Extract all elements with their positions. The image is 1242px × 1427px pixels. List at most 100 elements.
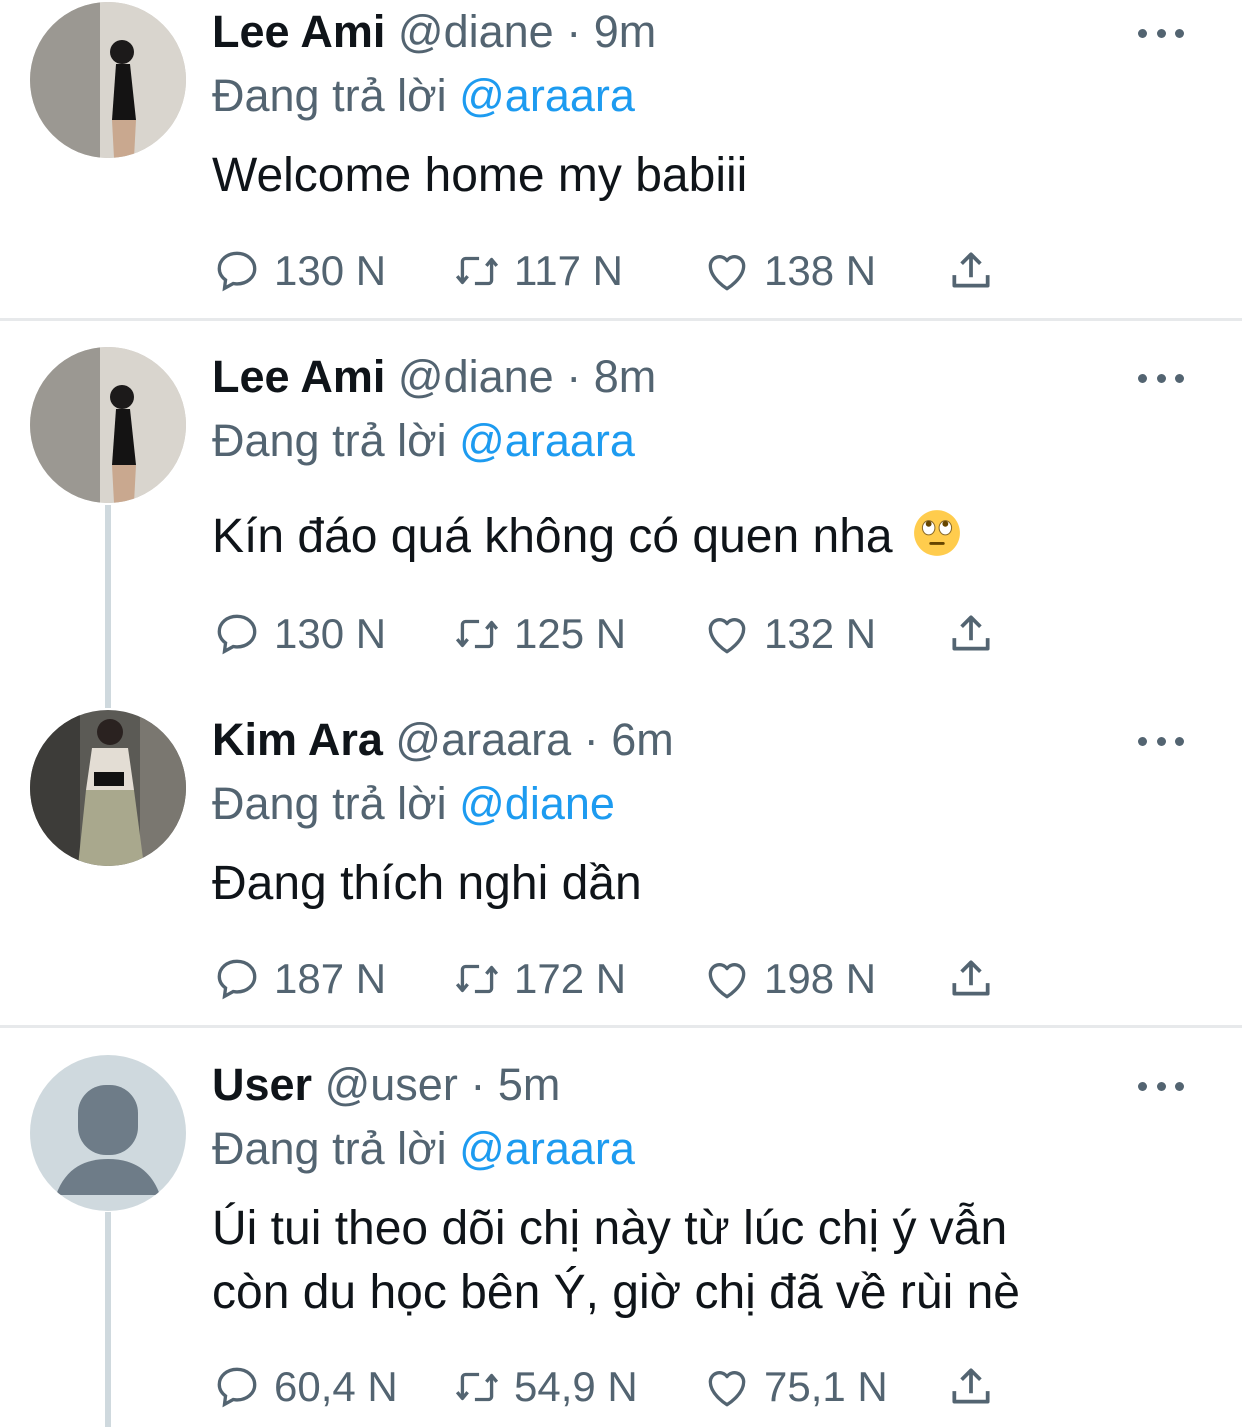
tweet-item[interactable]: Kim Ara @araara · 6m Đang trả lời @diane… bbox=[0, 708, 1242, 1025]
like-count: 138 N bbox=[764, 247, 877, 294]
reply-prefix: Đang trả lời bbox=[212, 415, 447, 466]
tweet-text: Đang thích nghi dần bbox=[212, 857, 642, 910]
like-count: 198 N bbox=[764, 955, 877, 1002]
retweet-button[interactable]: 54,9 N bbox=[452, 1357, 638, 1417]
reply-mention-link[interactable]: @araara bbox=[459, 70, 635, 121]
reply-count: 187 N bbox=[274, 955, 387, 1002]
tweet-actions: 130 N 117 N 138 N bbox=[212, 241, 1112, 301]
tweet-actions: 130 N 125 N 132 N bbox=[212, 604, 1112, 664]
retweet-count: 117 N bbox=[514, 247, 623, 294]
retweet-icon bbox=[455, 1372, 499, 1402]
avatar[interactable] bbox=[30, 1055, 186, 1211]
reply-prefix: Đang trả lời bbox=[212, 778, 447, 829]
reply-mention-link[interactable]: @araara bbox=[459, 415, 635, 466]
retweet-button[interactable]: 117 N bbox=[452, 241, 623, 301]
user-handle[interactable]: @araara bbox=[395, 714, 571, 765]
display-name[interactable]: Lee Ami bbox=[212, 351, 385, 402]
tweet-item[interactable]: Lee Ami @diane · 8m Đang trả lời @araara… bbox=[0, 345, 1242, 685]
tweet-text-line: còn du học bên Ý, giờ chị đã về rùi nè bbox=[212, 1266, 1020, 1319]
heart-icon bbox=[708, 255, 746, 291]
timestamp[interactable]: 6m bbox=[611, 714, 674, 765]
reply-bubble-icon bbox=[217, 251, 257, 292]
separator-dot: · bbox=[470, 1059, 486, 1110]
tweet-header: User @user · 5m bbox=[212, 1053, 560, 1117]
tweet-text: Kín đáo quá không có quen nha bbox=[212, 510, 893, 563]
more-dots-icon[interactable] bbox=[1138, 368, 1184, 388]
tweet-actions: 60,4 N 54,9 N 75,1 N bbox=[212, 1357, 1112, 1417]
timestamp[interactable]: 8m bbox=[594, 351, 657, 402]
retweet-icon bbox=[455, 964, 499, 994]
more-dots-icon[interactable] bbox=[1138, 731, 1184, 751]
tweet-text-line: Úi tui theo dõi chị này từ lúc chị ý vẫn bbox=[212, 1202, 1008, 1255]
more-dots-icon[interactable] bbox=[1138, 1076, 1184, 1096]
share-upload-icon bbox=[952, 1368, 990, 1404]
reply-context: Đang trả lời @araara bbox=[212, 64, 635, 128]
face-with-rolling-eyes-icon bbox=[914, 510, 960, 556]
share-upload-icon bbox=[952, 960, 990, 996]
display-name[interactable]: Kim Ara bbox=[212, 714, 383, 765]
tweet-divider bbox=[0, 318, 1242, 321]
display-name[interactable]: User bbox=[212, 1059, 312, 1110]
like-button[interactable]: 198 N bbox=[702, 949, 876, 1009]
share-upload-icon bbox=[952, 252, 990, 288]
avatar-photo-icon bbox=[30, 2, 186, 158]
retweet-button[interactable]: 172 N bbox=[452, 949, 626, 1009]
avatar[interactable] bbox=[30, 710, 186, 866]
tweet-divider bbox=[0, 1025, 1242, 1028]
share-upload-icon bbox=[952, 615, 990, 651]
avatar[interactable] bbox=[30, 2, 186, 158]
reply-button[interactable]: 60,4 N bbox=[212, 1357, 398, 1417]
reply-count: 130 N bbox=[274, 610, 387, 657]
tweet-item[interactable]: Lee Ami @diane · 9m Đang trả lời @araara… bbox=[0, 0, 1242, 318]
tweet-text-container: Kín đáo quá không có quen nha bbox=[212, 505, 1172, 569]
retweet-count: 172 N bbox=[514, 955, 627, 1002]
tweet-header: Lee Ami @diane · 9m bbox=[212, 0, 656, 64]
avatar-photo-icon bbox=[30, 710, 186, 866]
reply-count: 130 N bbox=[274, 247, 387, 294]
reply-button[interactable]: 130 N bbox=[212, 241, 386, 301]
share-button[interactable] bbox=[946, 949, 996, 1009]
like-button[interactable]: 132 N bbox=[702, 604, 876, 664]
reply-bubble-icon bbox=[217, 1367, 257, 1408]
retweet-button[interactable]: 125 N bbox=[452, 604, 626, 664]
user-handle[interactable]: @user bbox=[325, 1059, 458, 1110]
reply-context: Đang trả lời @araara bbox=[212, 1117, 635, 1181]
tweet-item[interactable]: User @user · 5m Đang trả lời @araara Úi … bbox=[0, 1053, 1242, 1427]
tweet-text: Welcome home my babiii bbox=[212, 149, 748, 202]
like-button[interactable]: 75,1 N bbox=[702, 1357, 888, 1417]
reply-button[interactable]: 130 N bbox=[212, 604, 386, 664]
retweet-count: 54,9 N bbox=[514, 1363, 638, 1410]
timestamp[interactable]: 5m bbox=[498, 1059, 561, 1110]
reply-count: 60,4 N bbox=[274, 1363, 398, 1410]
user-handle[interactable]: @diane bbox=[398, 351, 554, 402]
like-button[interactable]: 138 N bbox=[702, 241, 876, 301]
reply-button[interactable]: 187 N bbox=[212, 949, 386, 1009]
reply-mention-link[interactable]: @diane bbox=[459, 778, 615, 829]
share-button[interactable] bbox=[946, 604, 996, 664]
default-avatar-icon bbox=[30, 1055, 186, 1211]
reply-bubble-icon bbox=[217, 614, 257, 655]
share-button[interactable] bbox=[946, 1357, 996, 1417]
retweet-count: 125 N bbox=[514, 610, 627, 657]
reply-context: Đang trả lời @diane bbox=[212, 772, 615, 836]
share-button[interactable] bbox=[946, 241, 996, 301]
timestamp[interactable]: 9m bbox=[594, 6, 657, 57]
more-dots-icon[interactable] bbox=[1138, 23, 1184, 43]
reply-prefix: Đang trả lời bbox=[212, 70, 447, 121]
reply-mention-link[interactable]: @araara bbox=[459, 1123, 635, 1174]
separator-dot: · bbox=[566, 6, 582, 57]
reply-prefix: Đang trả lời bbox=[212, 1123, 447, 1174]
heart-icon bbox=[708, 963, 746, 999]
user-handle[interactable]: @diane bbox=[398, 6, 554, 57]
separator-dot: · bbox=[583, 714, 599, 765]
tweet-actions: 187 N 172 N 198 N bbox=[212, 949, 1112, 1009]
heart-icon bbox=[708, 1371, 746, 1407]
display-name[interactable]: Lee Ami bbox=[212, 6, 385, 57]
like-count: 75,1 N bbox=[764, 1363, 888, 1410]
reply-context: Đang trả lời @araara bbox=[212, 409, 635, 473]
avatar[interactable] bbox=[30, 347, 186, 503]
retweet-icon bbox=[455, 256, 499, 286]
tweet-header: Lee Ami @diane · 8m bbox=[212, 345, 656, 409]
retweet-icon bbox=[455, 619, 499, 649]
like-count: 132 N bbox=[764, 610, 877, 657]
